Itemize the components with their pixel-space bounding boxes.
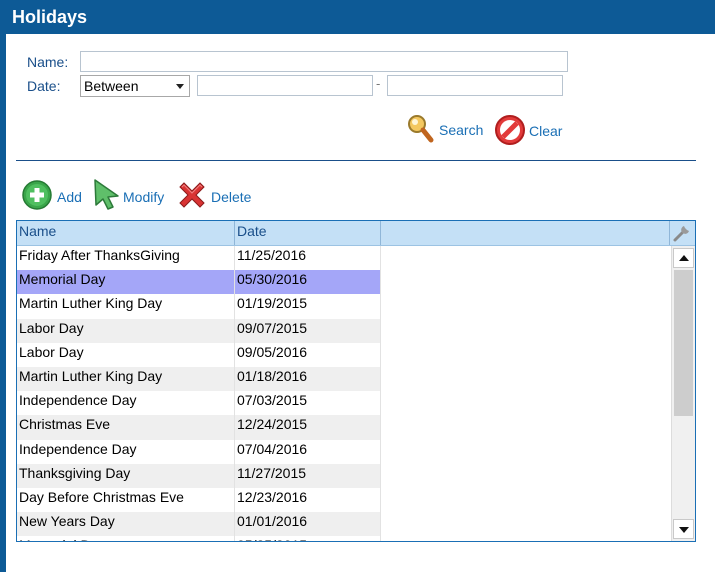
clear-button-label: Clear [529,123,563,139]
cell-holiday-date: 12/24/2015 [235,415,380,440]
cell-holiday-name: Thanksgiving Day [17,463,234,488]
table-row[interactable]: Christmas Eve 12/24/2015 [17,415,669,440]
window-title: Holidays [12,7,88,27]
cell-holiday-date: 01/19/2015 [237,295,308,312]
add-button[interactable]: Add [22,180,84,210]
cell-holiday-date: 07/04/2016 [237,440,308,457]
section-divider [16,160,696,161]
cell-holiday-name: Martin Luther King Day [19,295,163,312]
column-separator [669,221,670,245]
title-bar: Holidays [0,0,715,34]
cell-holiday-name: Independence Day [19,392,137,409]
vertical-scrollbar[interactable] [671,246,695,541]
arrow-up-icon [679,255,689,261]
cell-holiday-name: Friday After ThanksGiving [19,247,180,263]
name-label: Name: [27,54,69,70]
table-row[interactable]: Martin Luther King Day 01/18/2016 [17,366,669,392]
search-button[interactable]: Search [406,113,486,145]
cell-holiday-name: New Years Day [17,512,234,537]
cell-holiday-date: 01/01/2016 [235,512,380,537]
table-row[interactable]: Martin Luther King Day 01/19/2015 [17,294,669,318]
cell-holiday-date: 09/07/2015 [235,318,380,343]
cell-holiday-date: 11/27/2015 [235,463,380,488]
cell-holiday-name: Labor Day [19,343,84,360]
scrollbar-thumb[interactable] [674,270,693,416]
cell-holiday-date: 05/30/2016 [235,270,380,295]
date-range-separator: - [376,76,381,91]
pointer-arrow-icon [94,179,119,210]
table-row[interactable]: Independence Day 07/03/2015 [17,391,669,415]
cell-holiday-name: Memorial Day [17,536,234,541]
cell-holiday-date: 12/23/2016 [237,488,308,505]
delete-button-label: Delete [211,189,252,205]
table-row[interactable]: Independence Day 07/04/2016 [17,440,669,464]
modify-button-label: Modify [123,189,165,205]
cell-holiday-name: Martin Luther King Day [17,366,234,392]
holidays-grid: Name Date Friday After ThanksGiving 11/25… [16,220,696,542]
cell-holiday-name: Independence Day [19,440,137,457]
chevron-down-icon [176,84,184,89]
table-row[interactable]: Thanksgiving Day 11/27/2015 [17,463,669,488]
table-row[interactable]: Friday After ThanksGiving 11/25/2016 [17,246,669,270]
cell-holiday-date: 01/18/2016 [235,366,380,392]
name-input[interactable] [80,51,568,72]
add-button-label: Add [57,189,82,205]
arrow-down-icon [679,527,689,533]
delete-button[interactable]: Delete [176,179,256,211]
column-header-date[interactable]: Date [235,221,380,245]
column-header-name[interactable]: Name [17,221,234,245]
cell-holiday-name: Christmas Eve [17,415,234,440]
date-to-input[interactable] [387,75,563,96]
wrench-icon[interactable] [672,223,692,243]
red-x-icon [179,182,205,208]
window-left-border [0,0,6,572]
grid-rows: Friday After ThanksGiving 11/25/2016 Memor… [17,246,669,541]
column-separator [380,221,381,245]
date-mode-value: Between [84,78,139,94]
clear-button[interactable]: Clear [494,114,570,146]
cell-holiday-name: Labor Day [17,318,234,343]
cell-holiday-date: 07/03/2015 [237,392,308,409]
table-row[interactable]: Day Before Christmas Eve 12/23/2016 [17,488,669,512]
grid-header: Name Date [17,221,695,246]
table-row[interactable]: New Years Day 01/01/2016 [17,512,669,537]
cell-holiday-date: 09/05/2016 [237,343,308,360]
date-mode-select[interactable]: Between [80,75,190,97]
table-row[interactable]: Memorial Day05/25/2015 [17,536,669,541]
scroll-up-button[interactable] [673,248,694,268]
date-label: Date: [27,78,61,94]
table-row[interactable]: Labor Day 09/05/2016 [17,343,669,367]
no-entry-icon [495,115,525,145]
cell-holiday-date: 05/25/2015 [235,536,380,541]
table-row[interactable]: Labor Day 09/07/2015 [17,318,669,343]
magnifier-icon [408,115,434,143]
modify-button[interactable]: Modify [92,178,170,210]
search-button-label: Search [439,122,484,138]
cell-holiday-name: Day Before Christmas Eve [19,488,184,505]
table-row[interactable]: Memorial Day 05/30/2016 [17,270,669,295]
date-from-input[interactable] [197,75,373,96]
add-circle-icon [22,180,52,210]
cell-holiday-name: Memorial Day [17,270,234,295]
cell-holiday-date: 11/25/2016 [237,247,307,263]
scroll-down-button[interactable] [673,519,694,539]
